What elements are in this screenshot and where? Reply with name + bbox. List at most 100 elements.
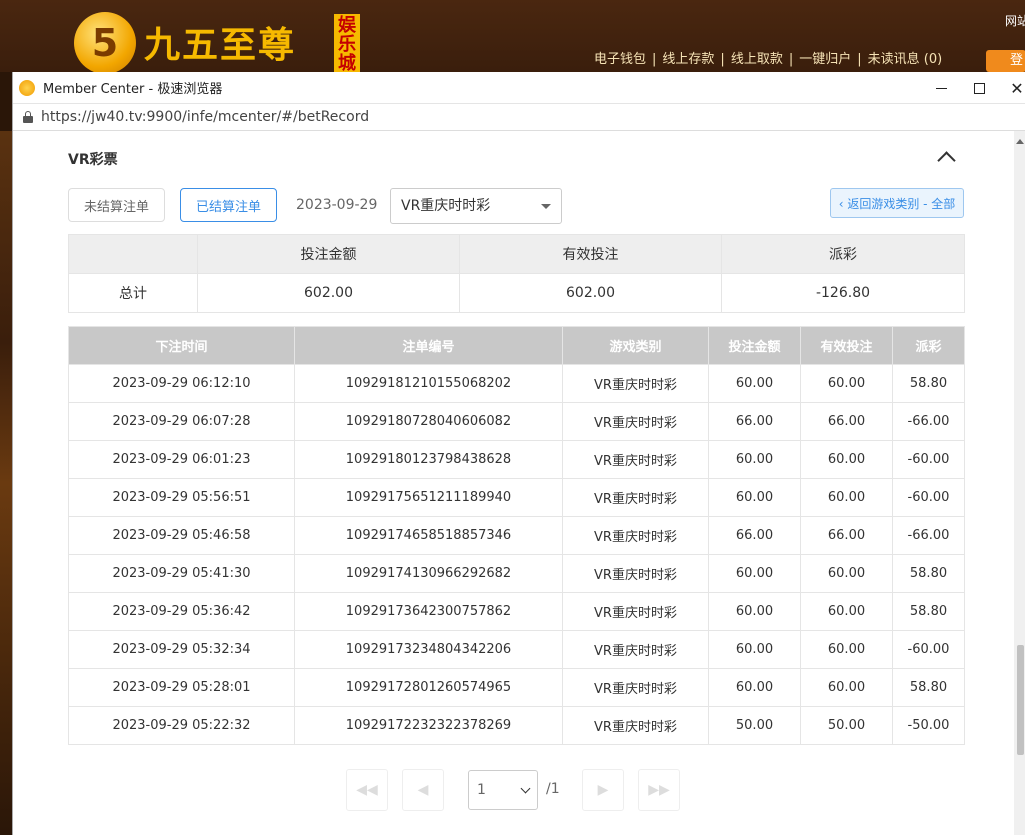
site-nav: 电子钱包 | 线上存款 | 线上取款 | 一键归户 | 未读讯息 (0) — [594, 52, 943, 67]
table-row: 2023-09-29 06:12:10 10929181210155068202 V… — [68, 364, 965, 403]
cell-bet-time: 2023-09-29 05:46:58 — [68, 516, 295, 555]
left-icon: ◀ — [417, 782, 429, 798]
summary-payout: -126.80 — [721, 273, 965, 313]
summary-table: 投注金额 有效投注 派彩 总计 602.00 602.00 -126.80 — [68, 234, 965, 313]
double-left-icon: ◀◀ — [356, 782, 378, 798]
site-logo-badge: 娱乐城 — [334, 14, 360, 73]
date-label: 2023-09-29 — [296, 197, 378, 213]
bet-records-table: 下注时间 注单编号 游戏类别 投注金额 有效投注 派彩 2023-09-29 0… — [68, 326, 965, 745]
cell-bet-id: 10929172232322378269 — [294, 706, 563, 745]
cell-bet-id: 10929180728040606082 — [294, 402, 563, 441]
cell-bet-amount: 66.00 — [708, 516, 801, 555]
browser-window: Member Center - 极速浏览器 ✕ https://jw40.tv:… — [12, 72, 1025, 835]
cell-bet-amount: 60.00 — [708, 440, 801, 479]
first-page-button[interactable]: ◀◀ — [346, 769, 388, 811]
cell-valid-bet: 60.00 — [800, 554, 893, 593]
cell-bet-amount: 60.00 — [708, 364, 801, 403]
cell-game: VR重庆时时彩 — [562, 668, 709, 707]
maximize-button[interactable] — [959, 72, 999, 104]
section-title: VR彩票 — [68, 152, 118, 168]
cell-bet-id: 10929173642300757862 — [294, 592, 563, 631]
cell-payout: 58.80 — [892, 668, 965, 707]
cell-payout: 58.80 — [892, 554, 965, 593]
table-row: 2023-09-29 06:07:28 10929180728040606082 V… — [68, 402, 965, 441]
cell-bet-id: 10929173234804342206 — [294, 630, 563, 669]
page-select-value: 1 — [477, 782, 486, 798]
caret-down-icon — [541, 204, 551, 209]
chevron-up-icon[interactable] — [935, 149, 959, 165]
last-page-button[interactable]: ▶▶ — [638, 769, 680, 811]
cell-bet-time: 2023-09-29 05:28:01 — [68, 668, 295, 707]
tab-unsettled[interactable]: 未结算注单 — [68, 188, 165, 222]
cell-game: VR重庆时时彩 — [562, 554, 709, 593]
cell-bet-time: 2023-09-29 06:12:10 — [68, 364, 295, 403]
cell-payout: 58.80 — [892, 592, 965, 631]
summary-header-blank — [68, 234, 198, 274]
site-login-button[interactable]: 登 — [986, 50, 1025, 72]
col-header-payout: 派彩 — [892, 326, 965, 365]
cell-bet-id: 10929172801260574965 — [294, 668, 563, 707]
site-topright[interactable]: 网站 — [1005, 12, 1025, 29]
filter-row: 未结算注单 已结算注单 2023-09-29 VR重庆时时彩 ‹ 返回游戏类别 … — [68, 188, 968, 224]
cell-bet-time: 2023-09-29 05:36:42 — [68, 592, 295, 631]
cell-valid-bet: 60.00 — [800, 592, 893, 631]
cell-bet-time: 2023-09-29 06:01:23 — [68, 440, 295, 479]
cell-payout: -66.00 — [892, 516, 965, 555]
col-header-bet-time: 下注时间 — [68, 326, 295, 365]
minimize-button[interactable] — [921, 72, 961, 104]
nav-wallet[interactable]: 电子钱包 — [594, 52, 646, 67]
cell-game: VR重庆时时彩 — [562, 516, 709, 555]
cell-valid-bet: 60.00 — [800, 630, 893, 669]
scrollbar[interactable] — [1014, 131, 1025, 835]
window-title: Member Center - 极速浏览器 — [43, 82, 223, 97]
game-select[interactable]: VR重庆时时彩 — [390, 188, 562, 224]
url-text[interactable]: https://jw40.tv:9900/infe/mcenter/#/betR… — [41, 109, 369, 125]
cell-bet-amount: 60.00 — [708, 630, 801, 669]
records-header-row: 下注时间 注单编号 游戏类别 投注金额 有效投注 派彩 — [68, 326, 965, 365]
summary-header-valid: 有效投注 — [459, 234, 722, 274]
col-header-bet-amount: 投注金额 — [708, 326, 801, 365]
cell-bet-id: 10929180123798438628 — [294, 440, 563, 479]
close-icon: ✕ — [1010, 78, 1024, 98]
cell-bet-amount: 60.00 — [708, 592, 801, 631]
cell-payout: 58.80 — [892, 364, 965, 403]
cell-bet-id: 10929175651211189940 — [294, 478, 563, 517]
scroll-up-icon[interactable] — [1016, 139, 1024, 144]
address-bar[interactable]: https://jw40.tv:9900/infe/mcenter/#/betR… — [13, 104, 1025, 131]
cell-payout: -60.00 — [892, 630, 965, 669]
summary-bet: 602.00 — [197, 273, 460, 313]
nav-messages[interactable]: 未读讯息 (0) — [868, 52, 943, 67]
minimize-icon — [935, 87, 947, 89]
background-strip — [0, 131, 12, 835]
page-select[interactable]: 1 — [468, 770, 538, 810]
next-page-button[interactable]: ▶ — [582, 769, 624, 811]
browser-icon — [19, 79, 35, 96]
nav-withdraw[interactable]: 线上取款 — [731, 52, 783, 67]
titlebar: Member Center - 极速浏览器 ✕ — [13, 72, 1025, 104]
site-header: 5 九五至尊 娱乐城 电子钱包 | 线上存款 | 线上取款 | 一键归户 | 未读讯息 (0) … — [0, 0, 1025, 74]
back-to-category-button[interactable]: ‹ 返回游戏类别 - 全部 — [830, 188, 964, 218]
close-button[interactable]: ✕ — [997, 72, 1025, 104]
nav-one-click[interactable]: 一键归户 — [799, 52, 851, 67]
cell-bet-amount: 60.00 — [708, 554, 801, 593]
cell-payout: -66.00 — [892, 402, 965, 441]
table-row: 2023-09-29 05:28:01 10929172801260574965 V… — [68, 668, 965, 707]
table-row: 2023-09-29 05:56:51 10929175651211189940 V… — [68, 478, 965, 517]
scrollbar-thumb[interactable] — [1017, 645, 1024, 755]
cell-bet-amount: 50.00 — [708, 706, 801, 745]
summary-row: 总计 602.00 602.00 -126.80 — [68, 273, 965, 313]
cell-payout: -60.00 — [892, 478, 965, 517]
cell-game: VR重庆时时彩 — [562, 592, 709, 631]
table-row: 2023-09-29 05:41:30 10929174130966292682 V… — [68, 554, 965, 593]
cell-valid-bet: 50.00 — [800, 706, 893, 745]
cell-bet-amount: 60.00 — [708, 668, 801, 707]
prev-page-button[interactable]: ◀ — [402, 769, 444, 811]
cell-bet-time: 2023-09-29 05:22:32 — [68, 706, 295, 745]
col-header-game: 游戏类别 — [562, 326, 709, 365]
cell-game: VR重庆时时彩 — [562, 402, 709, 441]
tab-settled[interactable]: 已结算注单 — [180, 188, 277, 222]
cell-game: VR重庆时时彩 — [562, 440, 709, 479]
cell-bet-id: 10929174130966292682 — [294, 554, 563, 593]
nav-deposit[interactable]: 线上存款 — [662, 52, 714, 67]
cell-bet-id: 10929181210155068202 — [294, 364, 563, 403]
